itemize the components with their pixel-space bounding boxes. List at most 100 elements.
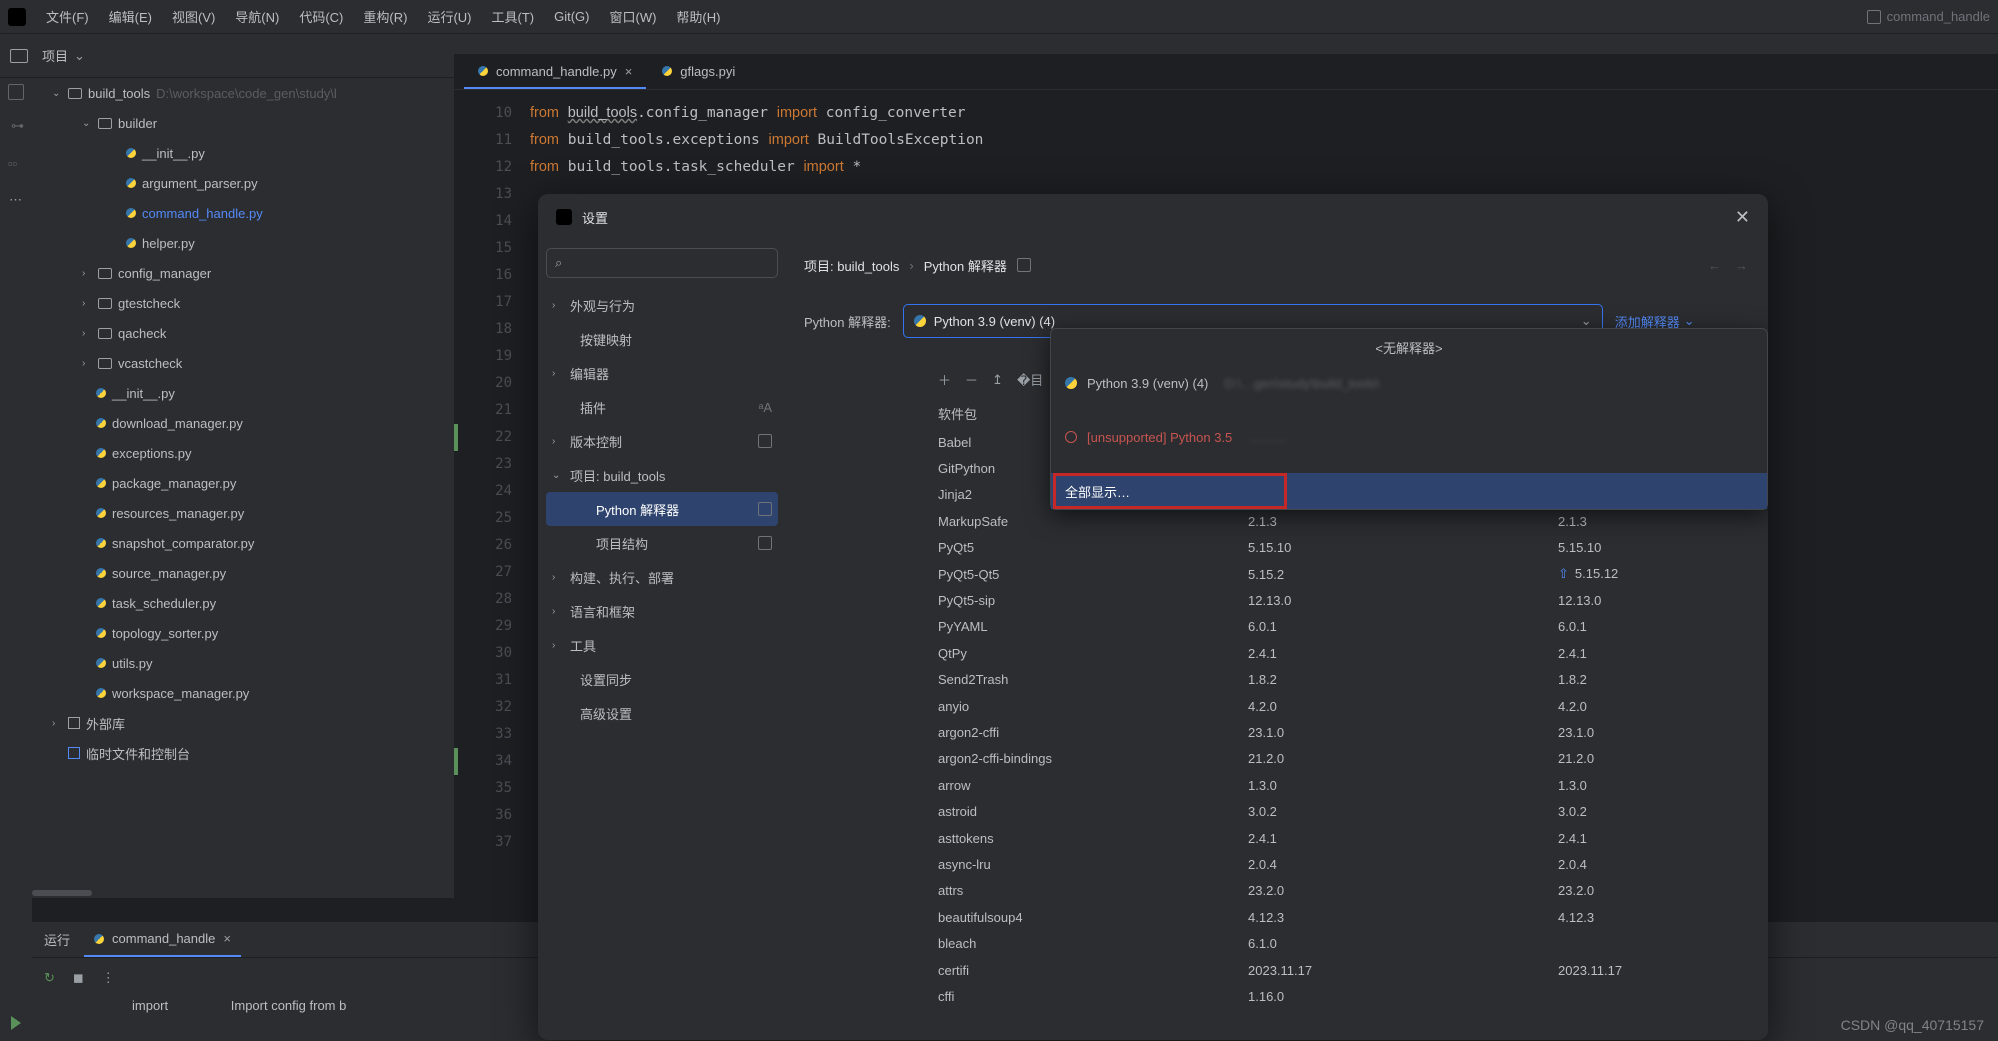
dd-python35[interactable]: [unsupported] Python 3.5 ……… — [1051, 419, 1767, 455]
run-tab-label[interactable]: 运行 — [44, 930, 70, 949]
stop-icon[interactable]: ◼ — [73, 970, 84, 986]
package-row[interactable]: certifi2023.11.172023.11.17 — [938, 957, 1758, 983]
package-row[interactable]: arrow1.3.01.3.0 — [938, 772, 1758, 798]
package-row[interactable]: beautifulsoup44.12.34.12.3 — [938, 904, 1758, 930]
tree-scratch[interactable]: 临时文件和控制台 — [32, 738, 454, 768]
package-row[interactable]: attrs23.2.023.2.0 — [938, 878, 1758, 904]
cat-structure[interactable]: 项目结构 — [546, 526, 778, 560]
tree-folder-builder[interactable]: ⌄ builder — [32, 108, 454, 138]
tree-file[interactable]: workspace_manager.py — [32, 678, 454, 708]
nav-fwd-icon[interactable]: → — [1735, 258, 1748, 273]
package-table[interactable]: BabelGitPythonJinja2MarkupSafe2.1.32.1.3… — [938, 429, 1758, 1010]
cat-tools[interactable]: ›工具 — [546, 628, 778, 662]
more-icon[interactable]: ⋮ — [102, 970, 115, 986]
menu-file[interactable]: 文件(F) — [38, 3, 97, 30]
tree-file[interactable]: exceptions.py — [32, 438, 454, 468]
settings-search[interactable]: ⌕ — [546, 248, 778, 278]
menu-run[interactable]: 运行(U) — [419, 3, 479, 30]
show-early-icon[interactable]: �目 — [1017, 370, 1043, 389]
folder-icon[interactable] — [10, 49, 28, 63]
menu-help[interactable]: 帮助(H) — [668, 3, 728, 30]
commit-icon[interactable]: ⊶ — [8, 120, 24, 136]
package-row[interactable]: argon2-cffi-bindings21.2.021.2.0 — [938, 746, 1758, 772]
rerun-icon[interactable]: ↻ — [44, 970, 55, 986]
editor-tab-command-handle[interactable]: command_handle.py × — [464, 55, 646, 89]
tree-ext-libs[interactable]: ›外部库 — [32, 708, 454, 738]
tree-file[interactable]: resources_manager.py — [32, 498, 454, 528]
cat-sync[interactable]: 设置同步 — [546, 662, 778, 696]
menu-window[interactable]: 窗口(W) — [601, 3, 664, 30]
package-row[interactable]: async-lru2.0.42.0.4 — [938, 851, 1758, 877]
cat-editor[interactable]: ›编辑器 — [546, 356, 778, 390]
cat-advanced[interactable]: 高级设置 — [546, 696, 778, 730]
project-indicator[interactable]: command_handle — [1867, 9, 1990, 24]
menu-navigate[interactable]: 导航(N) — [227, 3, 287, 30]
menu-tools[interactable]: 工具(T) — [483, 3, 542, 30]
structure-icon[interactable] — [8, 84, 24, 100]
cat-lang[interactable]: ›语言和框架 — [546, 594, 778, 628]
menu-git[interactable]: Git(G) — [546, 5, 597, 28]
package-row[interactable]: argon2-cffi23.1.023.1.0 — [938, 719, 1758, 745]
cat-keymap[interactable]: 按键映射 — [546, 322, 778, 356]
remove-package-icon[interactable]: － — [965, 370, 978, 389]
cat-build[interactable]: ›构建、执行、部署 — [546, 560, 778, 594]
package-row[interactable]: PyQt5-Qt55.15.2⇧5.15.12 — [938, 561, 1758, 587]
more-tools-icon[interactable]: ⋯ — [9, 192, 23, 208]
tree-file[interactable]: task_scheduler.py — [32, 588, 454, 618]
tree-folder[interactable]: ›vcastcheck — [32, 348, 454, 378]
package-row[interactable]: bleach6.1.0 — [938, 930, 1758, 956]
tree-file[interactable]: helper.py — [32, 228, 454, 258]
package-row[interactable]: PyQt5-sip12.13.012.13.0 — [938, 587, 1758, 613]
tree-folder[interactable]: ›gtestcheck — [32, 288, 454, 318]
package-row[interactable]: PyQt55.15.105.15.10 — [938, 535, 1758, 561]
dd-python39[interactable]: Python 3.9 (venv) (4) D:\…gen\study\buil… — [1051, 365, 1767, 401]
tree-folder[interactable]: ›config_manager — [32, 258, 454, 288]
cat-appearance[interactable]: ›外观与行为 — [546, 288, 778, 322]
menu-view[interactable]: 视图(V) — [164, 3, 223, 30]
dd-show-all[interactable]: 全部显示… — [1051, 473, 1767, 509]
cat-vcs[interactable]: ›版本控制 — [546, 424, 778, 458]
crumb-project[interactable]: 项目: build_tools — [804, 256, 899, 275]
cat-project[interactable]: ⌄项目: build_tools — [546, 458, 778, 492]
tree-folder[interactable]: ›qacheck — [32, 318, 454, 348]
nav-back-icon[interactable]: ← — [1708, 258, 1721, 273]
project-dropdown-label[interactable]: 项目 — [42, 46, 68, 65]
package-row[interactable]: anyio4.2.04.2.0 — [938, 693, 1758, 719]
menu-code[interactable]: 代码(C) — [291, 3, 351, 30]
tree-file[interactable]: source_manager.py — [32, 558, 454, 588]
package-row[interactable]: cffi1.16.0 — [938, 983, 1758, 1009]
tree-file[interactable]: argument_parser.py — [32, 168, 454, 198]
package-row[interactable]: MarkupSafe2.1.32.1.3 — [938, 508, 1758, 534]
bookmarks-icon[interactable]: ▫▫ — [8, 156, 24, 172]
tree-root[interactable]: ⌄ build_tools D:\workspace\code_gen\stud… — [32, 78, 454, 108]
package-row[interactable]: QtPy2.4.12.4.1 — [938, 640, 1758, 666]
tree-file[interactable]: __init__.py — [32, 378, 454, 408]
chevron-down-icon[interactable]: ⌄ — [74, 48, 85, 64]
package-row[interactable]: Send2Trash1.8.21.8.2 — [938, 667, 1758, 693]
package-row[interactable]: astroid3.0.23.0.2 — [938, 798, 1758, 824]
tree-file[interactable]: download_manager.py — [32, 408, 454, 438]
menu-refactor[interactable]: 重构(R) — [355, 3, 415, 30]
package-row[interactable]: PyYAML6.0.16.0.1 — [938, 614, 1758, 640]
editor-tab-gflags[interactable]: gflags.pyi — [648, 55, 749, 89]
tree-file[interactable]: snapshot_comparator.py — [32, 528, 454, 558]
tree-scrollbar[interactable] — [32, 888, 450, 898]
tree-file[interactable]: package_manager.py — [32, 468, 454, 498]
package-row[interactable]: asttokens2.4.12.4.1 — [938, 825, 1758, 851]
tree-file[interactable]: __init__.py — [32, 138, 454, 168]
cat-interpreter[interactable]: Python 解释器 — [546, 492, 778, 526]
close-icon[interactable]: × — [223, 931, 231, 946]
run-config-tab[interactable]: command_handle × — [84, 923, 241, 957]
run-gutter-play[interactable] — [4, 1011, 28, 1035]
dd-no-interpreter[interactable]: <无解释器> — [1051, 329, 1767, 365]
scrollbar-thumb[interactable] — [32, 890, 92, 896]
tree-file[interactable]: topology_sorter.py — [32, 618, 454, 648]
upgrade-package-icon[interactable]: ↥ — [992, 372, 1003, 388]
tree-file-selected[interactable]: command_handle.py — [32, 198, 454, 228]
close-icon[interactable]: × — [625, 64, 633, 79]
tree-file[interactable]: utils.py — [32, 648, 454, 678]
add-package-icon[interactable]: ＋ — [938, 370, 951, 389]
close-icon[interactable]: ✕ — [1735, 207, 1750, 228]
menu-edit[interactable]: 编辑(E) — [101, 3, 160, 30]
cat-plugins[interactable]: 插件ᵃA — [546, 390, 778, 424]
